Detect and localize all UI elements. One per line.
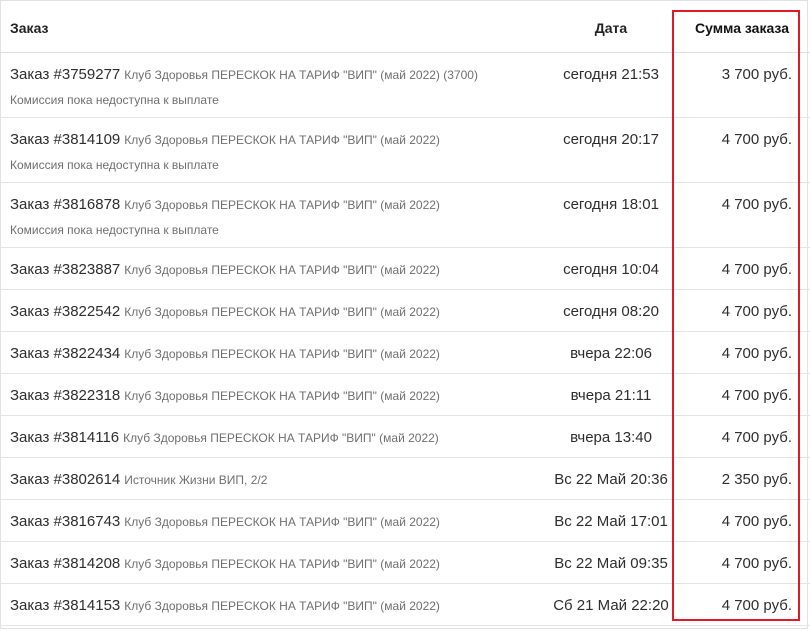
order-date: вчера 21:11 (570, 387, 652, 404)
table-row: Заказ #3814109 Клуб Здоровья ПЕРЕСКОК НА … (0, 118, 810, 183)
order-id[interactable]: Заказ #3759277 (10, 66, 120, 83)
order-date: сегодня 10:04 (563, 261, 659, 278)
order-description: Клуб Здоровья ПЕРЕСКОК НА ТАРИФ "ВИП" (м… (124, 599, 440, 613)
order-description: Клуб Здоровья ПЕРЕСКОК НА ТАРИФ "ВИП" (м… (123, 431, 439, 445)
order-description: Клуб Здоровья ПЕРЕСКОК НА ТАРИФ "ВИП" (м… (124, 305, 440, 319)
order-sum: 4 700 руб. (721, 597, 792, 614)
order-sum: 4 700 руб. (721, 387, 792, 404)
order-sum: 4 700 руб. (721, 429, 792, 446)
order-line: Заказ #3822542 Клуб Здоровья ПЕРЕСКОК НА … (10, 303, 440, 321)
header-sum: Сумма заказа (694, 20, 789, 36)
order-line: Заказ #3759277 Клуб Здоровья ПЕРЕСКОК НА … (10, 66, 478, 84)
order-sum: 4 700 руб. (721, 261, 792, 278)
order-description: Клуб Здоровья ПЕРЕСКОК НА ТАРИФ "ВИП" (м… (124, 198, 440, 212)
table-body: Заказ #3759277 Клуб Здоровья ПЕРЕСКОК НА … (0, 53, 810, 626)
order-id[interactable]: Заказ #3814116 (10, 429, 119, 446)
order-id[interactable]: Заказ #3802614 (10, 471, 120, 488)
order-line: Заказ #3814153 Клуб Здоровья ПЕРЕСКОК НА … (10, 597, 440, 615)
order-date: вчера 13:40 (570, 429, 652, 446)
order-sum: 4 700 руб. (721, 513, 792, 530)
order-date: сегодня 18:01 (563, 196, 659, 213)
order-id[interactable]: Заказ #3816878 (10, 196, 120, 213)
order-line: Заказ #3822318 Клуб Здоровья ПЕРЕСКОК НА … (10, 387, 440, 405)
order-id[interactable]: Заказ #3814208 (10, 555, 120, 572)
order-sum: 2 350 руб. (721, 471, 792, 488)
order-id[interactable]: Заказ #3823887 (10, 261, 120, 278)
order-id[interactable]: Заказ #3814109 (10, 131, 120, 148)
order-date: Вс 22 Май 20:36 (554, 471, 668, 488)
order-date: Вс 22 Май 17:01 (554, 513, 668, 530)
order-description: Клуб Здоровья ПЕРЕСКОК НА ТАРИФ "ВИП" (м… (124, 389, 440, 403)
order-sum: 4 700 руб. (721, 196, 792, 213)
table-row: Заказ #3816878 Клуб Здоровья ПЕРЕСКОК НА … (0, 183, 810, 248)
table-row: Заказ #3802614 Источник Жизни ВИП, 2/2 Вс … (0, 458, 810, 500)
order-description: Клуб Здоровья ПЕРЕСКОК НА ТАРИФ "ВИП" (м… (124, 133, 440, 147)
order-date: сегодня 08:20 (563, 303, 659, 320)
header-order: Заказ (10, 20, 49, 36)
table-row: Заказ #3823887 Клуб Здоровья ПЕРЕСКОК НА … (0, 248, 810, 290)
commission-note: Комиссия пока недоступна к выплате (10, 223, 219, 237)
order-line: Заказ #3802614 Источник Жизни ВИП, 2/2 (10, 471, 267, 489)
table-header: Заказ Дата Сумма заказа (0, 0, 810, 53)
order-id[interactable]: Заказ #3814153 (10, 597, 120, 614)
order-line: Заказ #3823887 Клуб Здоровья ПЕРЕСКОК НА … (10, 261, 440, 279)
order-line: Заказ #3822434 Клуб Здоровья ПЕРЕСКОК НА … (10, 345, 440, 363)
order-description: Клуб Здоровья ПЕРЕСКОК НА ТАРИФ "ВИП" (м… (124, 347, 440, 361)
table-row: Заказ #3816743 Клуб Здоровья ПЕРЕСКОК НА … (0, 500, 810, 542)
order-id[interactable]: Заказ #3822434 (10, 345, 120, 362)
order-sum: 3 700 руб. (721, 66, 792, 83)
table-row: Заказ #3814153 Клуб Здоровья ПЕРЕСКОК НА … (0, 584, 810, 626)
order-date: сегодня 20:17 (563, 131, 659, 148)
order-line: Заказ #3814208 Клуб Здоровья ПЕРЕСКОК НА … (10, 555, 440, 573)
table-row: Заказ #3822542 Клуб Здоровья ПЕРЕСКОК НА … (0, 290, 810, 332)
order-date: Сб 21 Май 22:20 (553, 597, 669, 614)
order-sum: 4 700 руб. (721, 303, 792, 320)
table-row: Заказ #3814116 Клуб Здоровья ПЕРЕСКОК НА … (0, 416, 810, 458)
orders-table: Заказ Дата Сумма заказа Заказ #3759277 Кл… (0, 0, 810, 626)
header-date: Дата (594, 20, 628, 36)
order-sum: 4 700 руб. (721, 131, 792, 148)
order-line: Заказ #3816743 Клуб Здоровья ПЕРЕСКОК НА … (10, 513, 440, 531)
order-description: Клуб Здоровья ПЕРЕСКОК НА ТАРИФ "ВИП" (м… (124, 557, 440, 571)
order-line: Заказ #3816878 Клуб Здоровья ПЕРЕСКОК НА … (10, 196, 440, 214)
order-sum: 4 700 руб. (721, 555, 792, 572)
order-date: сегодня 21:53 (563, 66, 659, 83)
table-row: Заказ #3814208 Клуб Здоровья ПЕРЕСКОК НА … (0, 542, 810, 584)
order-line: Заказ #3814109 Клуб Здоровья ПЕРЕСКОК НА … (10, 131, 440, 149)
order-id[interactable]: Заказ #3822318 (10, 387, 120, 404)
order-line: Заказ #3814116 Клуб Здоровья ПЕРЕСКОК НА … (10, 429, 439, 447)
order-date: Вс 22 Май 09:35 (554, 555, 668, 572)
table-row: Заказ #3822434 Клуб Здоровья ПЕРЕСКОК НА … (0, 332, 810, 374)
order-date: вчера 22:06 (570, 345, 652, 362)
table-row: Заказ #3759277 Клуб Здоровья ПЕРЕСКОК НА … (0, 53, 810, 118)
order-id[interactable]: Заказ #3816743 (10, 513, 120, 530)
commission-note: Комиссия пока недоступна к выплате (10, 158, 219, 172)
order-description: Клуб Здоровья ПЕРЕСКОК НА ТАРИФ "ВИП" (м… (124, 515, 440, 529)
order-description: Источник Жизни ВИП, 2/2 (124, 473, 268, 487)
order-sum: 4 700 руб. (721, 345, 792, 362)
order-description: Клуб Здоровья ПЕРЕСКОК НА ТАРИФ "ВИП" (м… (124, 263, 440, 277)
table-row: Заказ #3822318 Клуб Здоровья ПЕРЕСКОК НА … (0, 374, 810, 416)
commission-note: Комиссия пока недоступна к выплате (10, 93, 219, 107)
order-description: Клуб Здоровья ПЕРЕСКОК НА ТАРИФ "ВИП" (м… (124, 68, 478, 82)
order-id[interactable]: Заказ #3822542 (10, 303, 120, 320)
